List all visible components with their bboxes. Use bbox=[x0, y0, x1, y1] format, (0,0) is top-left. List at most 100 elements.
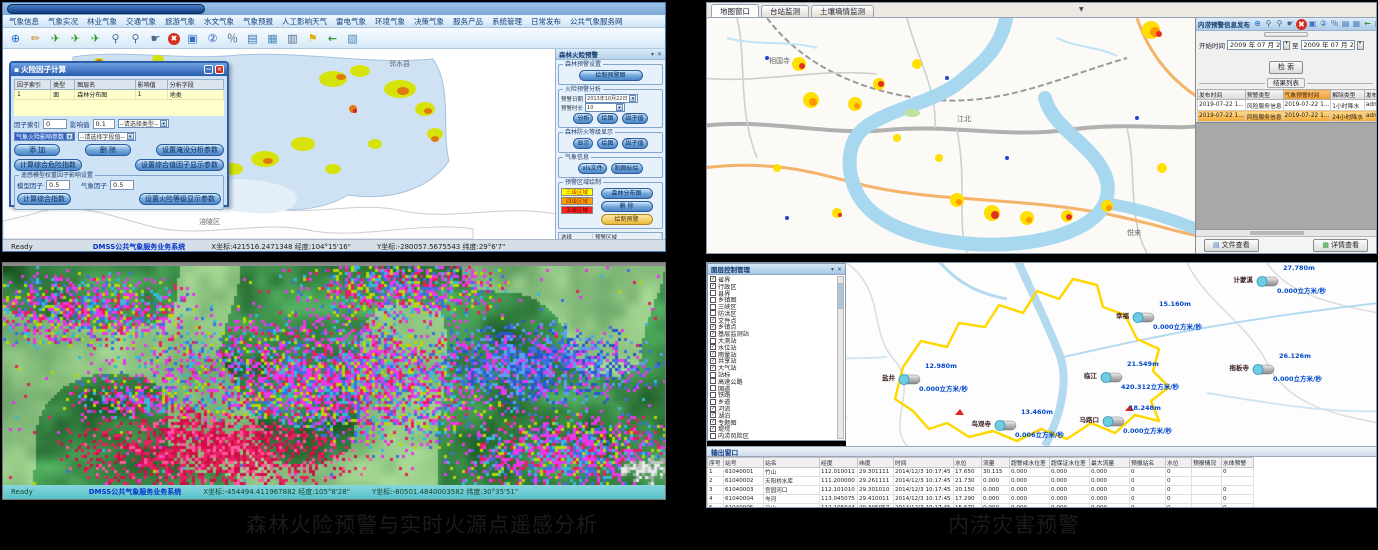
collapse-icon[interactable]: ▾ bbox=[831, 266, 834, 273]
percent-icon[interactable]: ％ bbox=[1329, 18, 1340, 29]
fullextent-icon[interactable]: ▣ bbox=[185, 31, 200, 46]
menu-item[interactable]: 公共气象服务网 bbox=[570, 16, 623, 27]
model-factor-input[interactable]: 0.5 bbox=[46, 180, 70, 190]
checkbox-icon[interactable]: ✓ bbox=[710, 331, 716, 337]
back-arrow-icon[interactable]: ← bbox=[1362, 18, 1373, 29]
station-marker[interactable]: 鸟观寺13.460m0.006立方米/秒 bbox=[993, 417, 1017, 436]
table-row[interactable]: 561040005马山112.10504429.3050572014/12/3 … bbox=[708, 504, 1254, 508]
tab-台站监测[interactable]: 台站监测 bbox=[761, 5, 809, 17]
fly-up-icon[interactable]: ✈ bbox=[68, 31, 83, 46]
draw-annotate-button[interactable]: 制图标绘 bbox=[611, 163, 643, 174]
checkbox-icon[interactable]: ✓ bbox=[710, 358, 716, 364]
forest-map-button[interactable]: 森林分布图 bbox=[601, 188, 653, 199]
layer-item[interactable]: 内涝风险区 bbox=[710, 432, 836, 439]
fly-icon[interactable]: ✈ bbox=[48, 31, 63, 46]
checkbox-icon[interactable]: ✓ bbox=[710, 344, 716, 350]
menu-item[interactable]: 决策气象 bbox=[414, 16, 444, 27]
page2-icon[interactable]: ② bbox=[205, 31, 220, 46]
zoom-in-icon[interactable]: ⚲ bbox=[108, 31, 123, 46]
menu-item[interactable]: 系统管理 bbox=[492, 16, 522, 27]
checkbox-icon[interactable]: ✓ bbox=[710, 426, 716, 432]
warning-region-list[interactable]: 选择 预警区域 bbox=[558, 232, 663, 239]
checkbox-icon[interactable]: ✓ bbox=[710, 406, 716, 412]
table-row[interactable]: 461040004岑河113.04507529.4100112014/12/3 … bbox=[708, 495, 1254, 504]
station-marker[interactable]: 计蒙溪27.780m0.000立方米/秒 bbox=[1255, 273, 1279, 292]
plot2-button[interactable]: 绘图 bbox=[597, 138, 617, 149]
close-icon[interactable]: ✕ bbox=[215, 65, 224, 74]
date-to-field[interactable]: 2009 年 07 月 29 日 bbox=[1301, 40, 1355, 50]
pin-icon[interactable]: ⚑ bbox=[305, 31, 320, 46]
menu-item[interactable]: 日常发布 bbox=[531, 16, 561, 27]
factor2-button[interactable]: 因子值 bbox=[622, 138, 648, 149]
layers-icon[interactable]: ▧ bbox=[345, 31, 360, 46]
checkbox-icon[interactable] bbox=[710, 399, 716, 405]
add-button[interactable]: 添 加 bbox=[14, 144, 60, 156]
checkbox-icon[interactable] bbox=[710, 310, 716, 316]
tab-overflow-icon[interactable]: ▼ bbox=[1079, 6, 1084, 13]
layers-icon[interactable]: ▧ bbox=[1373, 18, 1376, 29]
menu-item[interactable]: 雷电气象 bbox=[336, 16, 366, 27]
measure-icon[interactable]: ✏ bbox=[28, 31, 43, 46]
zoom-in-icon[interactable]: ⚲ bbox=[1263, 18, 1274, 29]
percent-icon[interactable]: ％ bbox=[225, 31, 240, 46]
stop-icon[interactable]: ✖ bbox=[1296, 19, 1307, 30]
table-row[interactable]: 2019-07-22 1...风险服务信息2019-07-22 1...1小时降… bbox=[1198, 100, 1377, 111]
delete-button[interactable]: 删 除 bbox=[85, 144, 131, 156]
set-fire-level-button[interactable]: 设置火险等级显示参数 bbox=[139, 193, 221, 205]
calc-composite-button[interactable]: 计算综合危险指数 bbox=[14, 159, 82, 171]
show-button[interactable]: 显示 bbox=[573, 138, 593, 149]
back-arrow-icon[interactable]: ← bbox=[325, 31, 340, 46]
weather-factor-input[interactable]: 0.5 bbox=[110, 180, 134, 190]
table-row[interactable]: 261040002天阳桥水库111.20000029.2611112014/12… bbox=[708, 477, 1254, 486]
tab-土壤墒情监测[interactable]: 土壤墒情监测 bbox=[811, 5, 874, 17]
layer-select[interactable]: 气象火险影响参数▾ bbox=[14, 132, 75, 141]
station-marker[interactable]: 拖板寺26.126m0.000立方米/秒 bbox=[1251, 361, 1275, 380]
results-hscrollbar[interactable] bbox=[1196, 229, 1376, 236]
plot-button[interactable]: 绘图 bbox=[597, 113, 617, 124]
set-flood-params-button[interactable]: 设置淹没分析参数 bbox=[156, 144, 224, 156]
close-icon[interactable]: ✕ bbox=[657, 51, 662, 58]
menu-item[interactable]: 水文气象 bbox=[204, 16, 234, 27]
globe-icon[interactable]: ⊕ bbox=[8, 31, 23, 46]
menu-item[interactable]: 环境气象 bbox=[375, 16, 405, 27]
draw-warning-map-button[interactable]: 绘制预警图 bbox=[579, 70, 643, 81]
warn-date-select[interactable]: 2013年10月22日▾ bbox=[585, 94, 638, 103]
checkbox-icon[interactable] bbox=[710, 385, 716, 391]
globe-icon[interactable]: ⊕ bbox=[1252, 18, 1263, 29]
field-select[interactable]: --请选择字段值--▾ bbox=[78, 132, 136, 141]
tab-地图窗口[interactable]: 地图窗口 bbox=[711, 4, 759, 17]
checkbox-icon[interactable] bbox=[710, 378, 716, 384]
station-marker[interactable]: 临江21.549m420.312立方米/秒 bbox=[1099, 369, 1123, 388]
pan-hand-icon[interactable]: ☛ bbox=[1285, 18, 1296, 29]
print-icon[interactable]: ▥ bbox=[285, 31, 300, 46]
checkbox-icon[interactable] bbox=[710, 290, 716, 296]
checkbox-icon[interactable] bbox=[710, 338, 716, 344]
minimize-icon[interactable]: — bbox=[204, 65, 213, 74]
stop-icon[interactable]: ✖ bbox=[168, 33, 180, 45]
type-select[interactable]: --请选择类型--▾ bbox=[118, 119, 170, 128]
checkbox-icon[interactable]: ✓ bbox=[710, 419, 716, 425]
fly-down-icon[interactable]: ✈ bbox=[88, 31, 103, 46]
fullextent-icon[interactable]: ▣ bbox=[1307, 18, 1318, 29]
station-marker[interactable]: 马路口18.248m0.000立方米/秒 bbox=[1101, 413, 1125, 432]
map-icon[interactable]: ▤ bbox=[1340, 18, 1351, 29]
pan-hand-icon[interactable]: ☛ bbox=[148, 31, 163, 46]
search-button[interactable]: 检 索 bbox=[1269, 61, 1303, 74]
panel-grip[interactable] bbox=[1196, 31, 1376, 38]
factor-value-button[interactable]: 因子值 bbox=[622, 113, 648, 124]
table-row[interactable]: 361040003宫园河口112.10101029.3010102014/12/… bbox=[708, 486, 1254, 495]
xls-file-button[interactable]: xls文件 bbox=[578, 163, 606, 174]
flood-map[interactable] bbox=[707, 18, 1197, 253]
table-row[interactable]: 161040001竹山112.01001129.3011112014/12/3 … bbox=[708, 468, 1254, 477]
set-display-params-button[interactable]: 设置综合值因子显示参数 bbox=[135, 159, 224, 171]
fire-factor-dialog-titlebar[interactable]: ▪ 火险因子计算 — ✕ bbox=[11, 63, 227, 76]
checkbox-icon[interactable]: ✓ bbox=[710, 276, 716, 282]
page2-icon[interactable]: ② bbox=[1318, 18, 1329, 29]
file-view-button[interactable]: ▤文件查看 bbox=[1204, 239, 1259, 252]
menu-item[interactable]: 气象实况 bbox=[48, 16, 78, 27]
factor-index-input[interactable]: 0 bbox=[43, 119, 67, 129]
checkbox-icon[interactable]: ✓ bbox=[710, 351, 716, 357]
checkbox-icon[interactable]: ✓ bbox=[710, 283, 716, 289]
date-from-field[interactable]: 2009 年 07 月 22 日 bbox=[1227, 40, 1281, 50]
checkbox-icon[interactable] bbox=[710, 372, 716, 378]
